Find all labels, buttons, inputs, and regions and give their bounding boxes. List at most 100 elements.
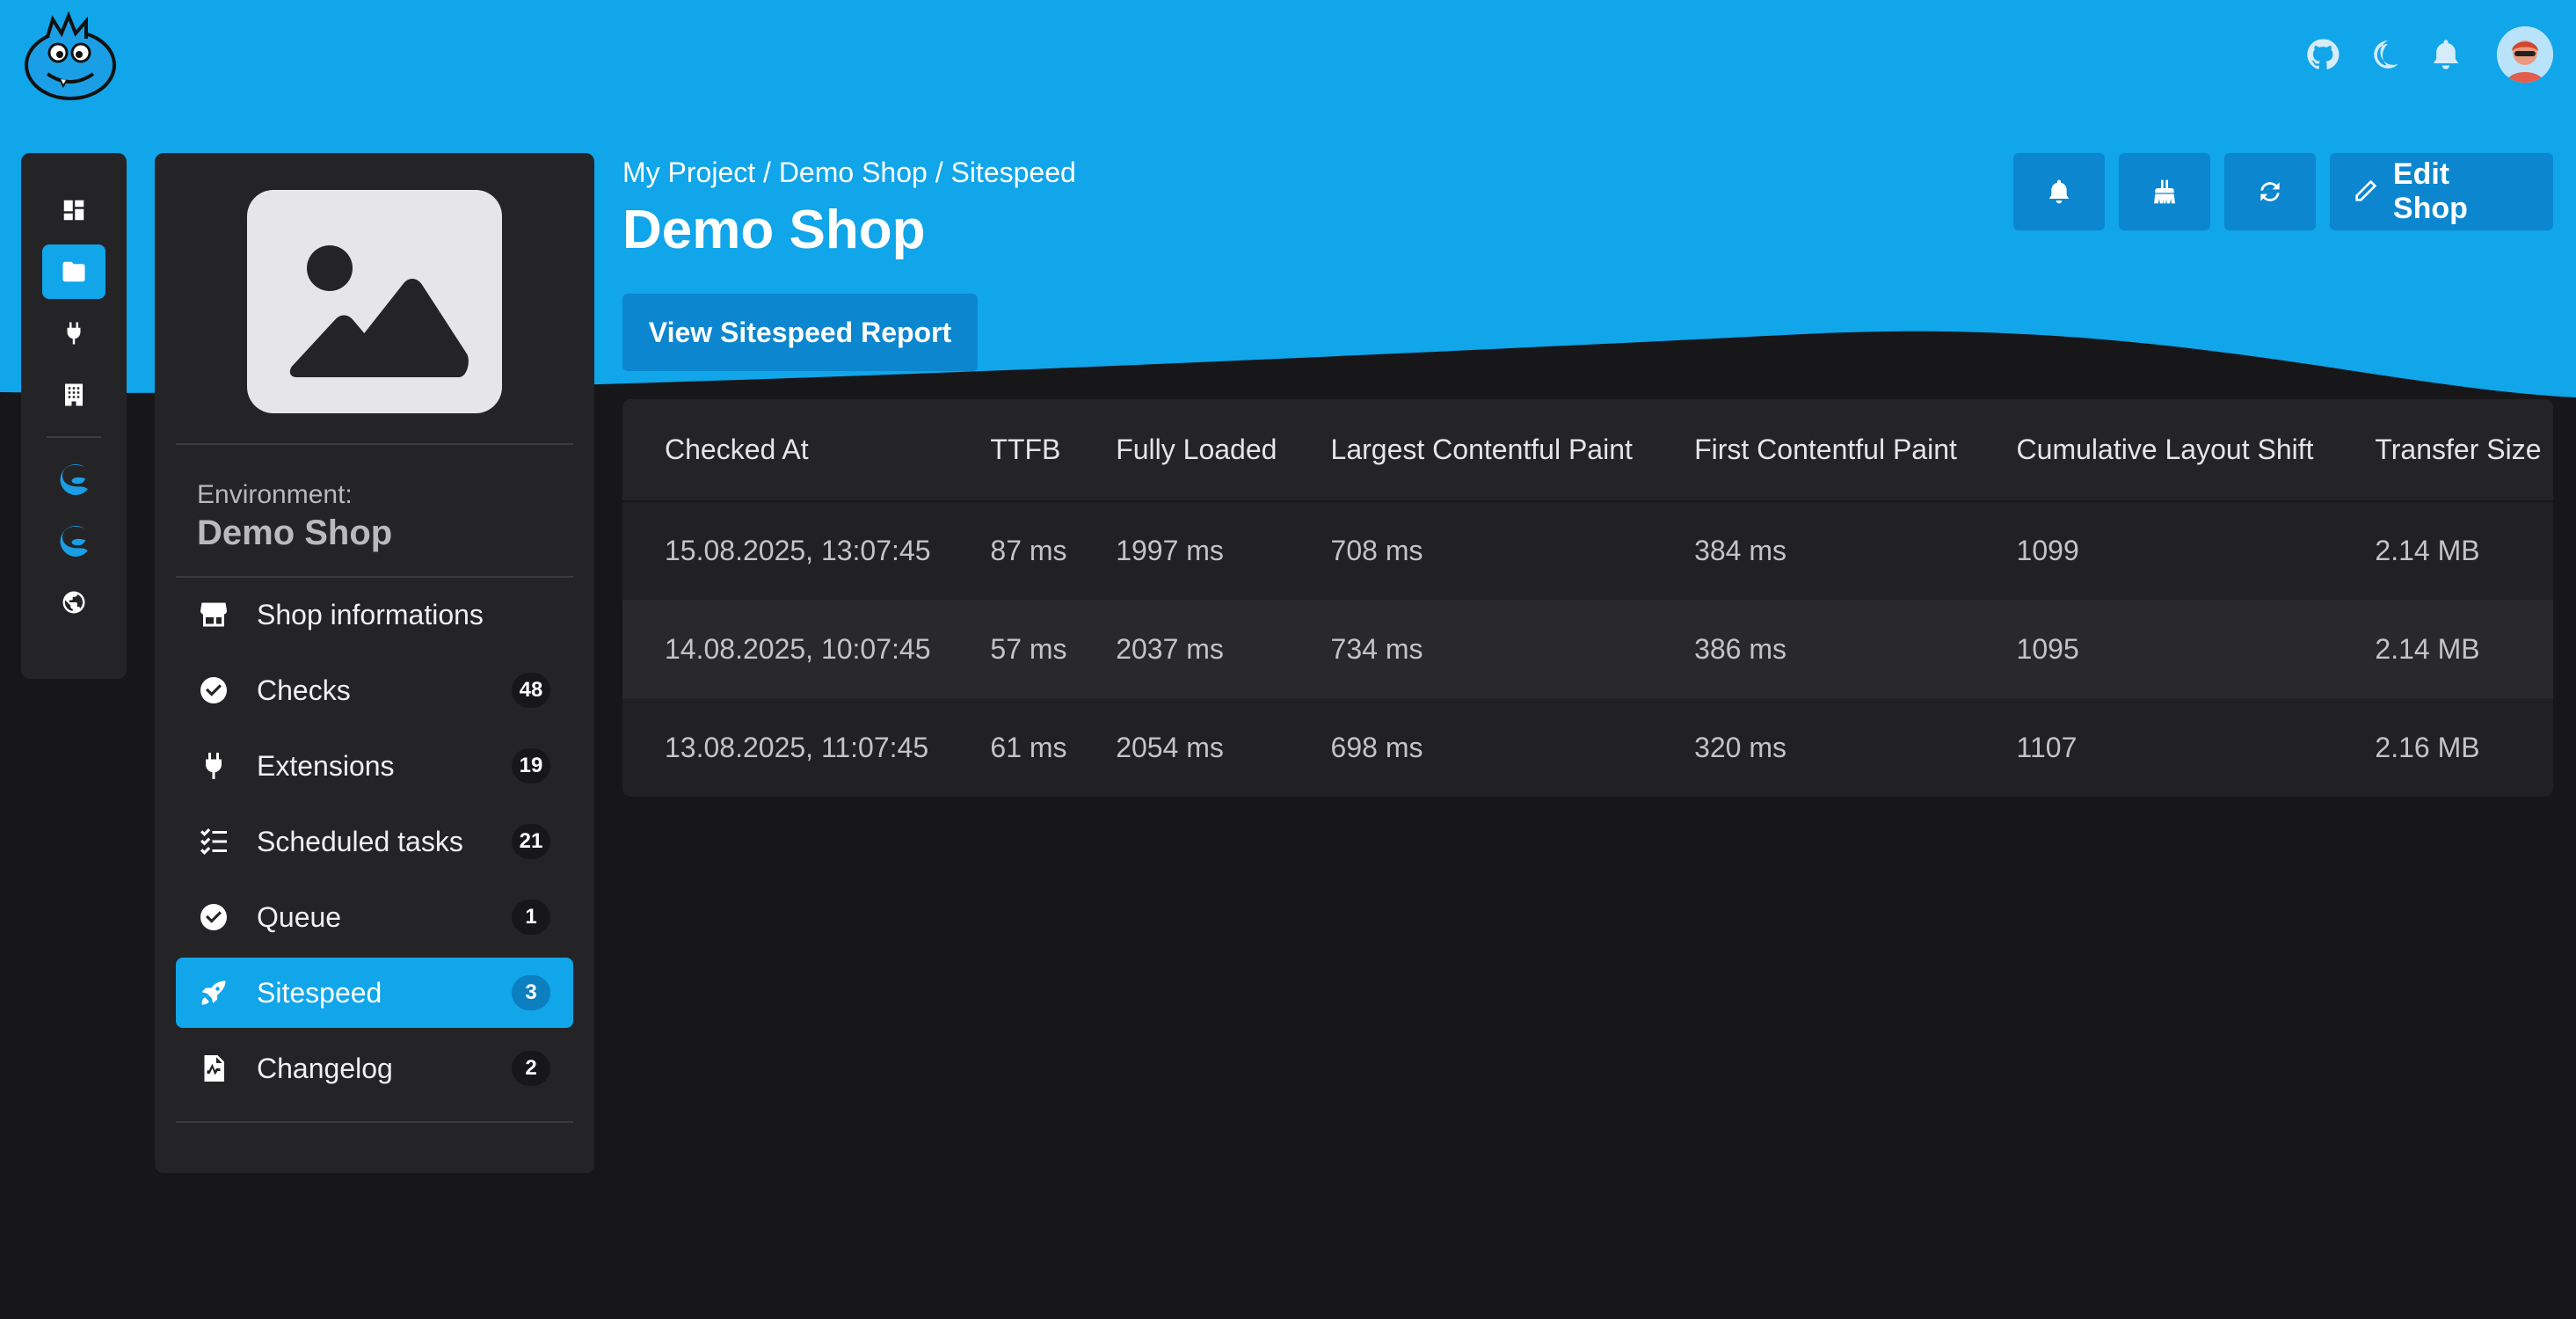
nav-label: Shop informations — [257, 598, 484, 630]
top-bar — [0, 0, 2576, 114]
edit-shop-button[interactable]: Edit Shop — [2330, 153, 2553, 230]
count-badge: 19 — [512, 748, 550, 783]
nav-item-changelog[interactable]: Changelog 2 — [176, 1033, 573, 1104]
refresh-button[interactable] — [2224, 153, 2316, 230]
shop-sidebar: Environment: Demo Shop Shop informations… — [155, 153, 594, 1173]
folder-icon — [62, 261, 85, 282]
clear-cache-button[interactable] — [2119, 153, 2210, 230]
rail-divider — [47, 436, 101, 438]
table-header-row: Checked At TTFB Fully Loaded Largest Con… — [622, 399, 2553, 502]
table-cell: 87 ms — [990, 535, 1067, 566]
table-row[interactable]: 14.08.2025, 10:07:45 57 ms 2037 ms 734 m… — [622, 600, 2553, 698]
nav-label: Sitespeed — [257, 976, 382, 1009]
column-header[interactable]: Fully Loaded — [1073, 399, 1289, 502]
nav-item-queue[interactable]: Queue 1 — [176, 882, 573, 952]
column-header[interactable]: Cumulative Layout Shift — [1974, 399, 2333, 502]
breadcrumb-current: Sitespeed — [950, 157, 1076, 188]
table-cell: 57 ms — [990, 632, 1067, 665]
table-cell: 734 ms — [1330, 632, 1423, 665]
check-circle-icon — [200, 677, 227, 703]
edit-shop-label: Edit Shop — [2392, 157, 2468, 225]
nav-item-checks[interactable]: Checks 48 — [176, 655, 573, 725]
table-cell: 386 ms — [1694, 632, 1787, 665]
nav-item-shop-informations[interactable]: Shop informations — [176, 579, 573, 650]
building-icon — [65, 383, 83, 406]
page-title: Demo Shop — [622, 200, 926, 260]
rail-globe[interactable] — [42, 575, 106, 630]
table-cell: 61 ms — [990, 731, 1067, 763]
table-cell: 1095 — [2016, 632, 2079, 665]
app-logo[interactable] — [21, 11, 118, 102]
table-cell: 15.08.2025, 13:07:45 — [665, 535, 931, 566]
breadcrumb-shop[interactable]: Demo Shop — [779, 157, 928, 188]
table-cell: 2.14 MB — [2375, 632, 2480, 665]
nav-label: Extensions — [257, 749, 395, 782]
task-list-icon — [200, 828, 227, 855]
rail-shopware-1[interactable] — [42, 452, 106, 506]
shop-nav: Shop informations Checks 48 Extensions 1… — [176, 579, 573, 1104]
column-header[interactable]: Transfer Size — [2332, 399, 2553, 502]
table-cell: 2054 ms — [1116, 731, 1224, 763]
breadcrumb-separator: / — [755, 157, 779, 188]
view-sitespeed-report-button[interactable]: View Sitespeed Report — [622, 294, 978, 371]
breadcrumb-separator: / — [927, 157, 951, 188]
nav-label: Queue — [257, 900, 342, 933]
notifications-button[interactable] — [2013, 153, 2105, 230]
header-actions: Edit Shop — [2013, 153, 2553, 230]
table-cell: 1107 — [2016, 731, 2078, 763]
nav-item-scheduled-tasks[interactable]: Scheduled tasks 21 — [176, 806, 573, 877]
environment-name: Demo Shop — [197, 514, 393, 552]
breadcrumb-project[interactable]: My Project — [622, 157, 755, 188]
environment-label: Environment: — [197, 480, 353, 509]
column-header[interactable]: First Contentful Paint — [1652, 399, 1975, 502]
notifications-bell-icon[interactable] — [2427, 35, 2465, 74]
dashboard-icon — [63, 200, 84, 221]
globe-icon — [62, 591, 85, 614]
table-cell: 2.14 MB — [2375, 535, 2480, 566]
count-badge: 1 — [512, 900, 550, 935]
image-placeholder-icon — [289, 245, 469, 377]
table-row[interactable]: 13.08.2025, 11:07:45 61 ms 2054 ms 698 m… — [622, 698, 2553, 797]
table-cell: 698 ms — [1330, 731, 1423, 763]
column-header[interactable]: Checked At — [622, 399, 949, 502]
column-header[interactable]: Largest Contentful Paint — [1288, 399, 1653, 502]
user-avatar[interactable] — [2497, 26, 2553, 83]
github-icon[interactable] — [2303, 35, 2342, 74]
count-badge: 48 — [512, 673, 550, 708]
refresh-icon — [2260, 182, 2280, 201]
column-header[interactable]: TTFB — [948, 399, 1074, 502]
nav-item-extensions[interactable]: Extensions 19 — [176, 731, 573, 801]
pencil-icon — [2355, 179, 2377, 201]
table-row[interactable]: 15.08.2025, 13:07:45 87 ms 1997 ms 708 m… — [622, 501, 2553, 600]
table-cell: 2037 ms — [1116, 632, 1224, 665]
broom-icon — [2154, 179, 2175, 204]
count-badge: 3 — [512, 975, 550, 1010]
table-cell: 708 ms — [1330, 535, 1423, 566]
icon-rail — [21, 153, 127, 679]
nav-label: Scheduled tasks — [257, 825, 463, 857]
rail-organizations[interactable] — [42, 368, 106, 422]
rail-shopware-2[interactable] — [42, 514, 106, 568]
count-badge: 21 — [512, 824, 550, 859]
rail-projects[interactable] — [42, 244, 106, 299]
table-cell: 13.08.2025, 11:07:45 — [665, 731, 929, 763]
sitespeed-table: Checked At TTFB Fully Loaded Largest Con… — [622, 399, 2553, 797]
breadcrumb: My Project / Demo Shop / Sitespeed — [622, 157, 1076, 189]
plug-icon — [206, 753, 222, 779]
nav-label: Changelog — [257, 1052, 393, 1084]
bell-icon — [2048, 179, 2070, 204]
shop-image-placeholder — [247, 190, 502, 413]
sidebar-divider — [176, 1121, 573, 1123]
table-cell: 14.08.2025, 10:07:45 — [665, 632, 931, 665]
nav-label: Checks — [257, 674, 351, 706]
shopware-logo-icon — [60, 525, 88, 557]
dark-mode-moon-icon[interactable] — [2365, 35, 2404, 74]
count-badge: 2 — [512, 1051, 550, 1086]
table-cell: 320 ms — [1694, 731, 1787, 763]
rail-dashboard[interactable] — [42, 183, 106, 237]
sidebar-divider — [176, 443, 573, 445]
rail-extensions[interactable] — [42, 306, 106, 361]
check-circle-icon — [200, 904, 227, 930]
nav-item-sitespeed[interactable]: Sitespeed 3 — [176, 958, 573, 1028]
plug-icon — [67, 322, 81, 345]
